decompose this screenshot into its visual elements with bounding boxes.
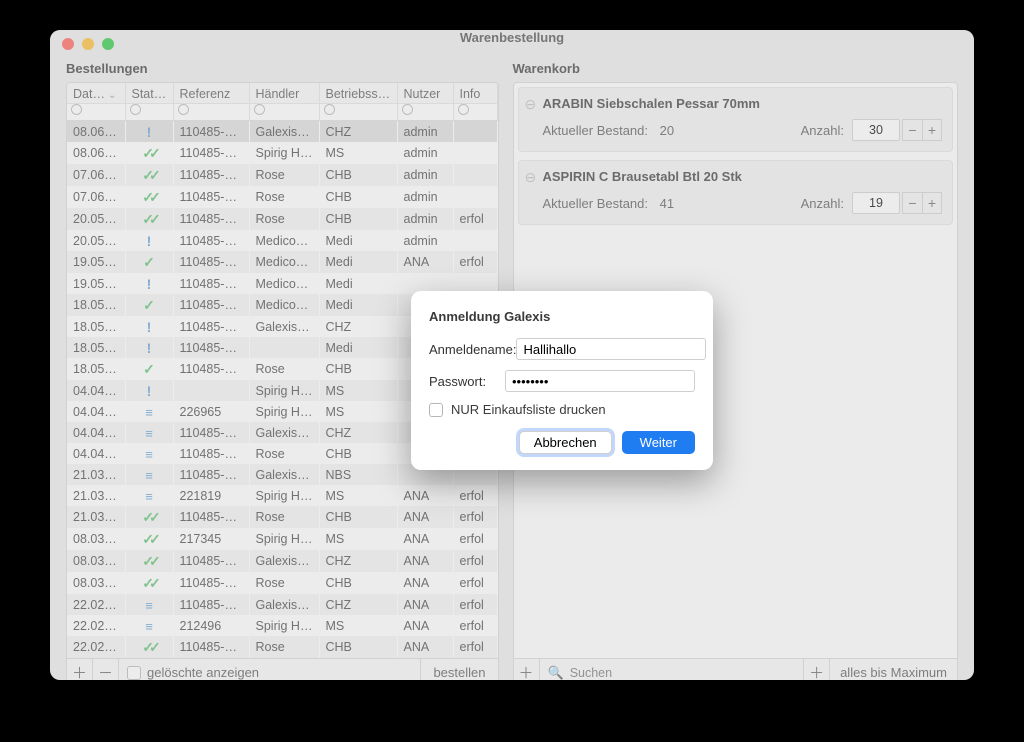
password-label: Passwort: — [429, 374, 505, 389]
app-window: Warenbestellung Bestellungen Dat…⌄Status… — [50, 30, 974, 680]
username-label: Anmeldename: — [429, 342, 516, 357]
dialog-title: Anmeldung Galexis — [429, 309, 695, 324]
username-input[interactable] — [516, 338, 706, 360]
password-input[interactable] — [505, 370, 695, 392]
continue-button[interactable]: Weiter — [622, 431, 695, 454]
login-dialog: Anmeldung Galexis Anmeldename: Passwort:… — [411, 291, 713, 470]
cancel-button[interactable]: Abbrechen — [519, 431, 612, 454]
print-only-checkbox[interactable] — [429, 403, 443, 417]
print-only-label: NUR Einkaufsliste drucken — [451, 402, 606, 417]
